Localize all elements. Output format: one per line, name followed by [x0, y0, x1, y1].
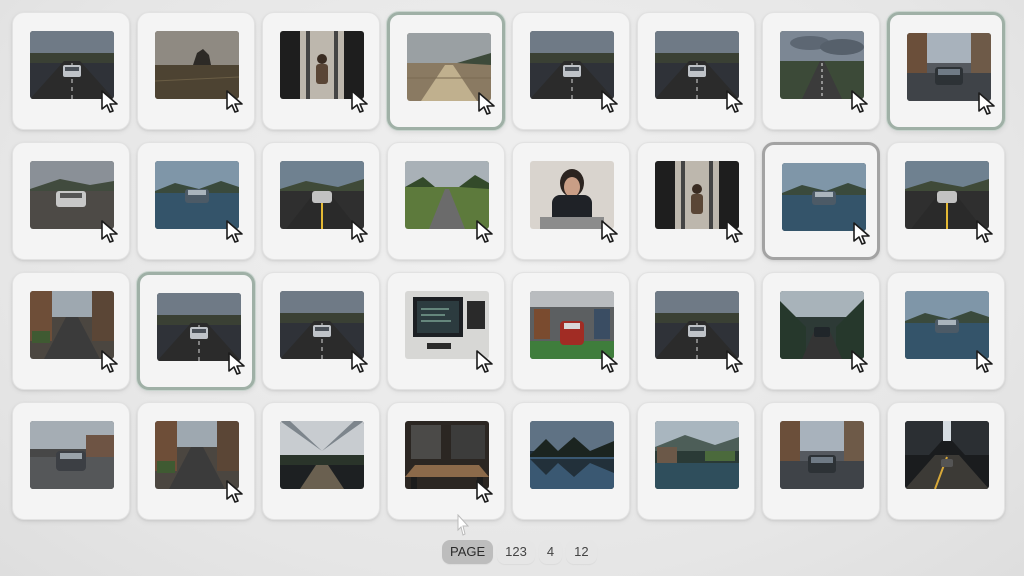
arrow-cursor-icon [599, 349, 621, 375]
thumbnail-tile[interactable] [887, 402, 1005, 520]
arrow-cursor-icon [224, 219, 246, 245]
arrow-cursor-icon [724, 89, 746, 115]
arrow-cursor-icon [599, 89, 621, 115]
thumbnail-tile[interactable] [887, 12, 1005, 130]
arrow-cursor-icon [724, 219, 746, 245]
arrow-cursor-icon [99, 349, 121, 375]
thumbnail-tile[interactable] [762, 402, 880, 520]
thumbnail-image [30, 421, 114, 489]
thumbnail-image [780, 421, 864, 489]
thumbnail-tile[interactable] [512, 142, 630, 260]
thumbnail-tile[interactable] [512, 12, 630, 130]
arrow-cursor-icon [599, 219, 621, 245]
arrow-cursor-icon [99, 219, 121, 245]
arrow-cursor-icon [974, 219, 996, 245]
arrow-cursor-icon [224, 89, 246, 115]
page-label-button[interactable]: PAGE [442, 540, 494, 564]
arrow-cursor-icon [349, 349, 371, 375]
thumbnail-tile[interactable] [762, 12, 880, 130]
thumbnail-tile[interactable] [887, 142, 1005, 260]
thumbnail-tile[interactable] [137, 402, 255, 520]
arrow-cursor-icon [849, 89, 871, 115]
thumbnail-tile[interactable] [637, 272, 755, 390]
arrow-cursor-icon [226, 351, 248, 377]
thumbnail-tile[interactable] [387, 12, 505, 130]
arrow-cursor-icon [849, 349, 871, 375]
thumbnail-tile[interactable] [262, 12, 380, 130]
thumbnail-tile[interactable] [262, 402, 380, 520]
arrow-cursor-icon [724, 349, 746, 375]
thumbnail-tile[interactable] [637, 402, 755, 520]
thumbnail-grid [12, 12, 1005, 520]
pointer-arrow-icon [456, 513, 470, 536]
thumbnail-tile[interactable] [887, 272, 1005, 390]
thumbnail-tile[interactable] [637, 142, 755, 260]
arrow-cursor-icon [476, 91, 498, 117]
arrow-cursor-icon [974, 349, 996, 375]
thumbnail-image [905, 421, 989, 489]
thumbnail-tile[interactable] [12, 12, 130, 130]
arrow-cursor-icon [99, 89, 121, 115]
arrow-cursor-icon [349, 89, 371, 115]
thumbnail-image [280, 421, 364, 489]
thumbnail-tile[interactable] [762, 272, 880, 390]
page-button-4[interactable]: 4 [538, 540, 563, 564]
image-grid-app: PAGE 123 4 12 [0, 0, 1024, 576]
thumbnail-image [655, 421, 739, 489]
arrow-cursor-icon [976, 91, 998, 117]
arrow-cursor-icon [224, 479, 246, 505]
arrow-cursor-icon [474, 479, 496, 505]
thumbnail-tile[interactable] [387, 402, 505, 520]
thumbnail-tile[interactable] [512, 272, 630, 390]
arrow-cursor-icon [851, 221, 873, 247]
thumbnail-tile[interactable] [12, 142, 130, 260]
thumbnail-tile[interactable] [262, 272, 380, 390]
thumbnail-tile[interactable] [262, 142, 380, 260]
thumbnail-tile[interactable] [387, 142, 505, 260]
thumbnail-tile[interactable] [137, 272, 255, 390]
thumbnail-tile[interactable] [762, 142, 880, 260]
page-button-123[interactable]: 123 [497, 540, 535, 564]
thumbnail-tile[interactable] [637, 12, 755, 130]
thumbnail-tile[interactable] [512, 402, 630, 520]
page-button-12[interactable]: 12 [566, 540, 597, 564]
thumbnail-tile[interactable] [137, 12, 255, 130]
thumbnail-tile[interactable] [387, 272, 505, 390]
thumbnail-image [530, 421, 614, 489]
thumbnail-tile[interactable] [12, 272, 130, 390]
thumbnail-tile[interactable] [12, 402, 130, 520]
thumbnail-tile[interactable] [137, 142, 255, 260]
arrow-cursor-icon [349, 219, 371, 245]
arrow-cursor-icon [474, 349, 496, 375]
arrow-cursor-icon [474, 219, 496, 245]
pagination: PAGE 123 4 12 [442, 539, 597, 565]
